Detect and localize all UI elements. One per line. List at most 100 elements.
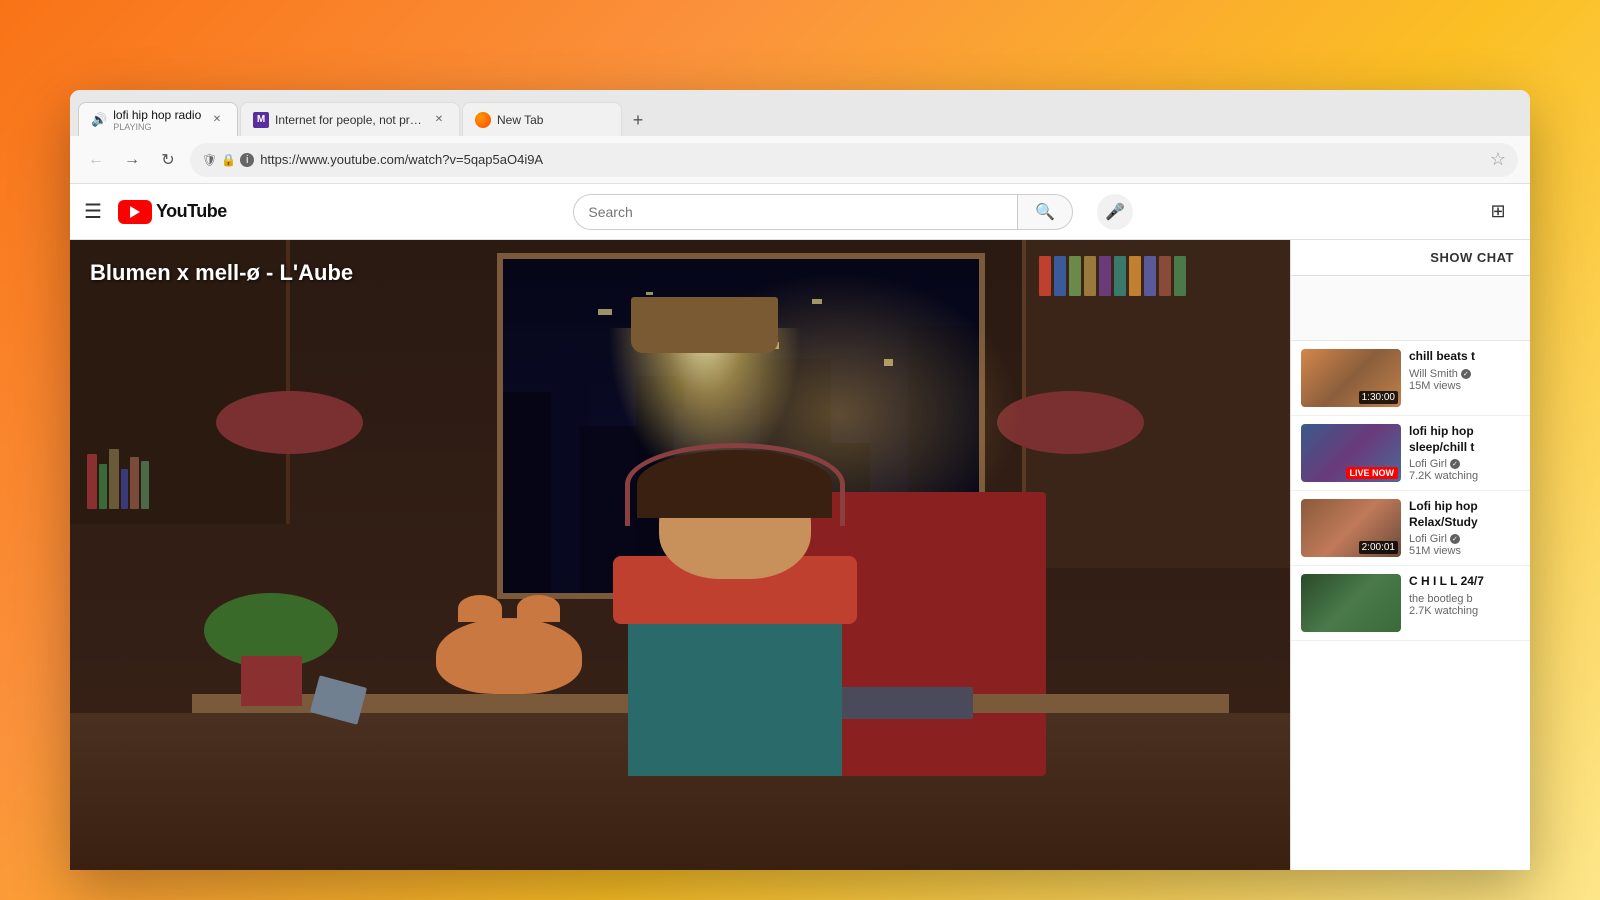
lamp-shade [631,297,777,354]
city-light [598,309,612,316]
left-books [87,449,268,509]
headphone-left-cup [216,391,362,454]
video-views: 7.2K watching [1409,470,1520,482]
book-item [1054,256,1066,296]
forward-button[interactable]: → [118,146,146,174]
tab-playing-label: PLAYING [113,122,203,132]
video-title: lofi hip hop sleep/chill t [1409,424,1520,455]
video-info: lofi hip hop sleep/chill t Lofi Girl ✓ 7… [1409,424,1520,482]
right-icons: ⊞ [1480,194,1516,230]
book-item [121,469,128,509]
video-info: C H I L L 24/7 the bootleg b 2.7K watchi… [1409,574,1520,632]
youtube-appbar: ☰ YouTube 🔍 🎤 ⊞ [70,184,1530,240]
hamburger-menu-button[interactable]: ☰ [84,199,102,224]
tab-title-mozilla: Internet for people, not profit [275,113,425,127]
book-item [1114,256,1126,296]
chat-area [1291,276,1530,341]
video-frame: Blumen x mell-ø - L'Aube [70,240,1290,870]
channel-info: Will Smith ✓ [1409,368,1520,380]
book-item [1129,256,1141,296]
live-badge: LIVE NOW [1346,467,1399,479]
youtube-logo[interactable]: YouTube [118,200,227,224]
cat [436,618,582,694]
sidebar-video-item[interactable]: 1:30:00 chill beats t Will Smith ✓ 15M v… [1291,341,1530,416]
show-chat-button[interactable]: SHOW CHAT [1291,240,1530,276]
shelf-books [1039,256,1277,296]
youtube-sidebar: SHOW CHAT 1:30:00 chill beats t Will Smi… [1290,240,1530,870]
headphone-band [625,443,845,526]
tab-lofi[interactable]: 🔊 lofi hip hop radio PLAYING ✕ [78,102,238,136]
city-light [646,292,653,295]
plant-pot [241,656,302,706]
video-views: 2.7K watching [1409,605,1520,617]
book-item [1099,256,1111,296]
tab-text: lofi hip hop radio [113,108,201,122]
channel-info: the bootleg b [1409,593,1520,605]
book-item [141,461,149,509]
microphone-button[interactable]: 🎤 [1097,194,1133,230]
video-views: 51M views [1409,545,1520,557]
tab-title-newtab: New Tab [497,113,609,127]
new-tab-button[interactable]: + [624,106,652,134]
video-title: Lofi hip hop Relax/Study [1409,499,1520,530]
mozilla-icon: M [253,112,269,128]
url-input[interactable] [260,152,1484,167]
video-info: chill beats t Will Smith ✓ 15M views [1409,349,1520,407]
book-item [1069,256,1081,296]
address-bar: ← → ↻ 🛡 🔒 i ☆ [70,136,1530,184]
video-title: chill beats t [1409,349,1520,365]
refresh-button[interactable]: ↻ [154,146,182,174]
tab-close-lofi[interactable]: ✕ [209,112,225,128]
tab-close-mozilla[interactable]: ✕ [431,112,447,128]
video-thumbnail [1301,574,1401,632]
back-button[interactable]: ← [82,146,110,174]
sidebar-video-item[interactable]: LIVE NOW lofi hip hop sleep/chill t Lofi… [1291,416,1530,491]
lock-icon: 🔒 [221,153,236,167]
audio-icon: 🔊 [91,112,107,128]
book-item [1174,256,1186,296]
book-item [87,454,97,509]
sidebar-video-item[interactable]: C H I L L 24/7 the bootleg b 2.7K watchi… [1291,566,1530,641]
video-duration: 2:00:01 [1359,541,1398,554]
video-thumbnail: 1:30:00 [1301,349,1401,407]
video-views: 15M views [1409,380,1520,392]
book-item [1159,256,1171,296]
youtube-logo-text: YouTube [156,201,227,222]
video-info: Lofi hip hop Relax/Study Lofi Girl ✓ 51M… [1409,499,1520,557]
book-item [1039,256,1051,296]
security-icons: 🛡 🔒 i [202,153,254,167]
youtube-content: Blumen x mell-ø - L'Aube SHOW CHAT 1:30:… [70,240,1530,870]
video-title-overlay: Blumen x mell-ø - L'Aube [90,260,353,286]
book-item [109,449,119,509]
bookmark-icon[interactable]: ☆ [1490,149,1506,170]
video-thumbnail: 2:00:01 [1301,499,1401,557]
sidebar-video-item[interactable]: 2:00:01 Lofi hip hop Relax/Study Lofi Gi… [1291,491,1530,566]
address-input-wrap: 🛡 🔒 i ☆ [190,143,1518,177]
search-button[interactable]: 🔍 [1017,194,1073,230]
video-duration: 1:30:00 [1359,391,1398,404]
info-icon: i [240,153,254,167]
book-item [99,464,107,509]
girl-character [582,398,887,776]
channel-info: Lofi Girl ✓ [1409,458,1520,470]
verified-badge: ✓ [1461,369,1471,379]
video-thumbnail: LIVE NOW [1301,424,1401,482]
tab-title-lofi: lofi hip hop radio PLAYING [113,108,203,132]
book-item [1084,256,1096,296]
tab-newtab[interactable]: New Tab [462,102,622,136]
sidebar-videos: 1:30:00 chill beats t Will Smith ✓ 15M v… [1291,341,1530,641]
girl-torso [628,605,842,775]
firefox-icon [475,112,491,128]
tab-mozilla[interactable]: M Internet for people, not profit ✕ [240,102,460,136]
video-player[interactable]: Blumen x mell-ø - L'Aube [70,240,1290,870]
browser-window: 🔊 lofi hip hop radio PLAYING ✕ M Interne… [70,90,1530,870]
verified-badge: ✓ [1450,534,1460,544]
youtube-logo-icon [118,200,152,224]
video-title: C H I L L 24/7 [1409,574,1520,590]
apps-grid-button[interactable]: ⊞ [1480,194,1516,230]
book-item [1144,256,1156,296]
video-section: Blumen x mell-ø - L'Aube [70,240,1290,870]
search-input[interactable] [573,194,1017,230]
verified-badge: ✓ [1450,459,1460,469]
tab-bar: 🔊 lofi hip hop radio PLAYING ✕ M Interne… [70,90,1530,136]
